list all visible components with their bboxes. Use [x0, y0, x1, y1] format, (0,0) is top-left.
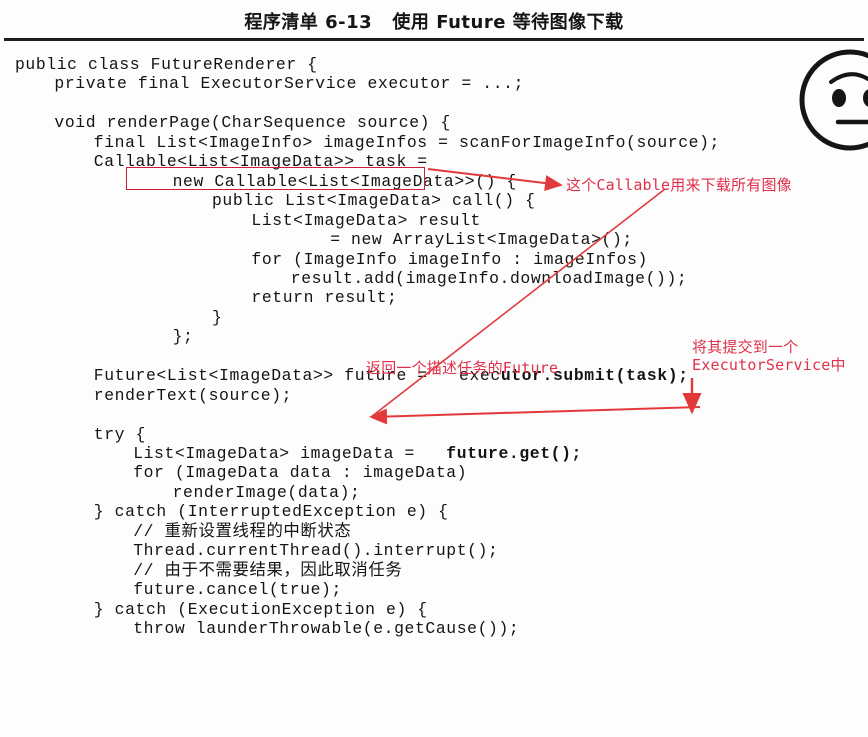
- annotation-callable-note: 这个Callable用来下载所有图像: [566, 176, 792, 194]
- annotation-submit-note: 将其提交到一个 ExecutorService中: [692, 338, 846, 374]
- code-line: return result;: [251, 288, 398, 308]
- code-line: throw launderThrowable(e.getCause());: [133, 619, 520, 639]
- code-line: void renderPage(CharSequence source) {: [54, 113, 451, 133]
- listing-header: 程序清单 6-13 使用 Future 等待图像下载: [0, 0, 868, 41]
- code-line: for (ImageInfo imageInfo : imageInfos): [251, 249, 648, 269]
- cartoon-face-icon: [799, 49, 868, 151]
- code-line: public class FutureRenderer {: [15, 55, 318, 74]
- code-emphasis: future.get();: [446, 444, 582, 463]
- code-line: List<ImageData> result: [251, 210, 481, 230]
- scanned-book-page: 程序清单 6-13 使用 Future 等待图像下载 public class …: [0, 0, 868, 737]
- code-line: // 由于不需要结果，因此取消任务: [133, 560, 403, 580]
- code-line: } catch (ExecutionException e) {: [93, 599, 428, 619]
- annotation-future-note: 返回一个描述任务的Future: [366, 359, 559, 377]
- code-line: renderText(source);: [93, 385, 293, 405]
- code-line: Thread.currentThread().interrupt();: [133, 541, 499, 561]
- code-line: private final ExecutorService executor =…: [54, 74, 525, 94]
- code-line: List<ImageData> imageData = future.get()…: [133, 444, 582, 463]
- code-line: renderImage(data);: [172, 482, 361, 502]
- code-line: result.add(imageInfo.downloadImage());: [290, 268, 688, 288]
- code-line: = new ArrayList<ImageData>();: [330, 230, 633, 250]
- code-line: } catch (InterruptedException e) {: [93, 502, 449, 522]
- page-title: 程序清单 6-13 使用 Future 等待图像下载: [244, 12, 624, 33]
- code-line: };: [172, 327, 194, 347]
- code-line: public List<ImageData> call() {: [212, 191, 536, 211]
- code-line: future.cancel(true);: [133, 580, 342, 600]
- code-line: try {: [93, 424, 146, 444]
- code-line: }: [212, 307, 223, 327]
- code-line: new Callable<List<ImageData>>() {: [172, 171, 517, 191]
- code-line: final List<ImageInfo> imageInfos = scanF…: [93, 132, 720, 152]
- code-line: Callable<List<ImageData>> task =: [93, 152, 428, 172]
- header-divider: [4, 38, 864, 41]
- code-line: for (ImageData data : imageData): [133, 463, 468, 483]
- code-listing: public class FutureRenderer {private fin…: [0, 50, 868, 737]
- code-line: // 重新设置线程的中断状态: [133, 521, 352, 541]
